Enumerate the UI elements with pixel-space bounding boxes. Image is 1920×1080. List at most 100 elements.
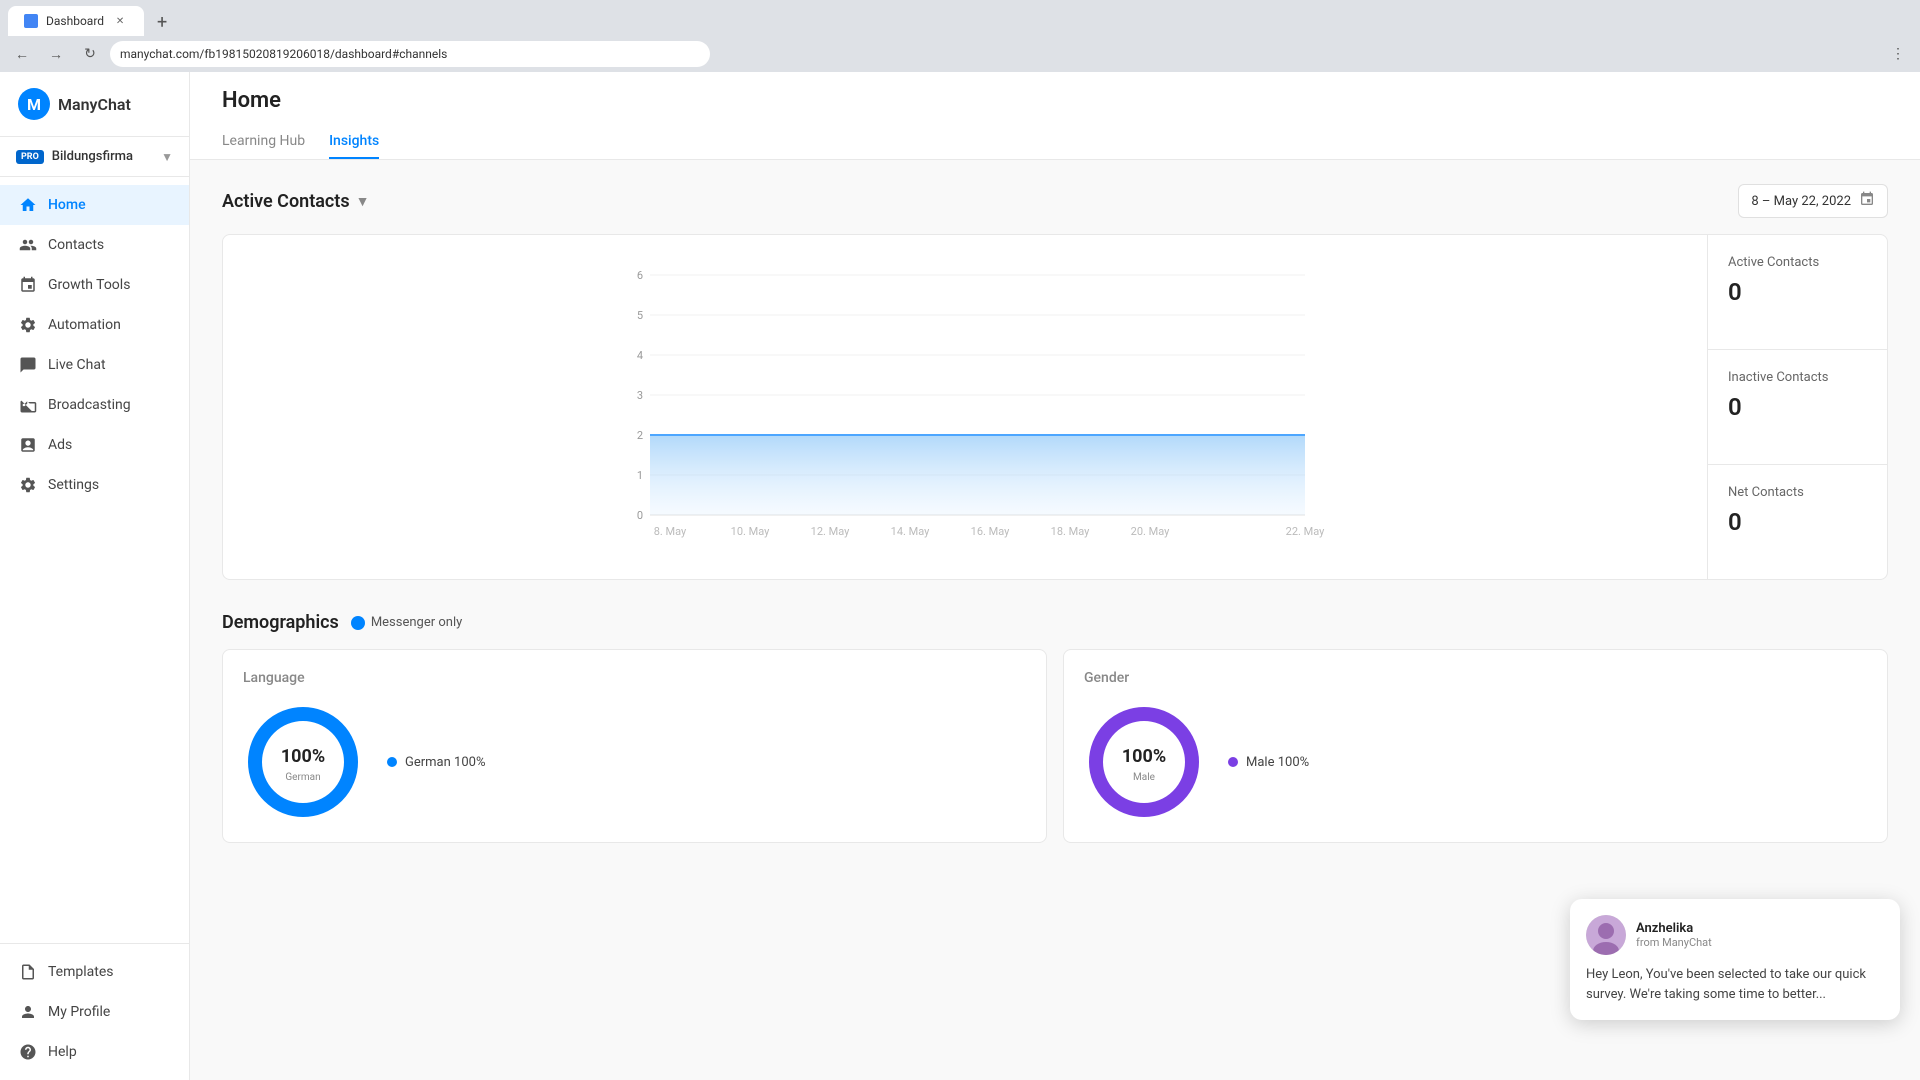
language-card-title: Language — [243, 670, 1026, 686]
ads-icon — [18, 435, 38, 455]
sidebar-item-automation[interactable]: Automation — [0, 305, 189, 345]
language-card-body: 100% German German 100% — [243, 702, 1026, 822]
sidebar-item-label-broadcasting: Broadcasting — [48, 397, 131, 413]
language-card: Language 100% German — [222, 649, 1047, 843]
workspace-chevron-icon: ▼ — [161, 150, 173, 164]
sidebar-item-live-chat[interactable]: Live Chat — [0, 345, 189, 385]
chat-from-info: Anzhelika from ManyChat — [1636, 921, 1712, 949]
sidebar-item-help[interactable]: Help — [0, 1032, 189, 1072]
templates-icon — [18, 962, 38, 982]
sidebar-item-home[interactable]: Home — [0, 185, 189, 225]
language-legend-label: German 100% — [405, 755, 485, 770]
chat-bubble-header: Anzhelika from ManyChat — [1586, 915, 1884, 955]
chat-from-sub: from ManyChat — [1636, 936, 1712, 949]
tabs-bar: Learning Hub Insights — [222, 125, 1888, 159]
gender-donut-sub: Male — [1133, 772, 1155, 783]
messenger-dot-icon — [351, 616, 365, 630]
back-btn[interactable]: ← — [8, 40, 36, 68]
sidebar-item-growth-tools[interactable]: Growth Tools — [0, 265, 189, 305]
active-contacts-stat-value: 0 — [1728, 278, 1867, 306]
logo-text: ManyChat — [58, 95, 131, 114]
gender-legend-item: Male 100% — [1228, 755, 1309, 770]
demographics-section: Demographics Messenger only Language — [222, 612, 1888, 843]
gender-card-body: 100% Male Male 100% — [1084, 702, 1867, 822]
sidebar-item-broadcasting[interactable]: Broadcasting — [0, 385, 189, 425]
sidebar-item-contacts[interactable]: Contacts — [0, 225, 189, 265]
sidebar-item-label-templates: Templates — [48, 964, 114, 980]
inactive-contacts-stat: Inactive Contacts 0 — [1708, 350, 1887, 465]
sidebar-item-label-home: Home — [48, 197, 86, 213]
forward-btn[interactable]: → — [42, 40, 70, 68]
svg-text:8. May: 8. May — [654, 525, 687, 538]
workspace-selector[interactable]: PRO Bildungsfirma ▼ — [0, 137, 189, 177]
language-legend-item: German 100% — [387, 755, 485, 770]
language-donut-label: 100% — [281, 746, 325, 767]
svg-text:22. May: 22. May — [1286, 525, 1325, 538]
gender-legend: Male 100% — [1228, 755, 1309, 770]
tab-label: Dashboard — [46, 14, 104, 28]
gender-card: Gender 100% Male — [1063, 649, 1888, 843]
address-bar-row: ← → ↻ manychat.com/fb19815020819206018/d… — [0, 36, 1920, 72]
language-legend-dot — [387, 757, 397, 767]
sidebar-item-ads[interactable]: Ads — [0, 425, 189, 465]
tab-favicon — [24, 14, 38, 28]
new-tab-button[interactable]: + — [148, 8, 176, 36]
growth-tools-icon — [18, 275, 38, 295]
main-content: Active Contacts ▼ 8 – May 22, 2022 — [190, 160, 1920, 891]
svg-text:20. May: 20. May — [1131, 525, 1170, 538]
svg-text:4: 4 — [637, 349, 643, 362]
contacts-icon — [18, 235, 38, 255]
url-text: manychat.com/fb19815020819206018/dashboa… — [120, 47, 447, 61]
workspace-badge: PRO — [16, 150, 44, 164]
svg-text:12. May: 12. May — [811, 525, 850, 538]
gender-legend-dot — [1228, 757, 1238, 767]
sidebar-item-label-ads: Ads — [48, 437, 72, 453]
tab-insights[interactable]: Insights — [329, 125, 379, 159]
sidebar-item-label-automation: Automation — [48, 317, 121, 333]
sidebar-item-templates[interactable]: Templates — [0, 952, 189, 992]
chat-from-name: Anzhelika — [1636, 921, 1712, 936]
language-legend: German 100% — [387, 755, 485, 770]
tab-learning-hub[interactable]: Learning Hub — [222, 125, 305, 159]
home-icon — [18, 195, 38, 215]
demographics-title: Demographics — [222, 612, 339, 633]
sidebar: M ManyChat PRO Bildungsfirma ▼ Home Cont… — [0, 72, 190, 1080]
workspace-name: Bildungsfirma — [52, 149, 153, 164]
date-range-text: 8 – May 22, 2022 — [1751, 194, 1851, 209]
inactive-contacts-stat-label: Inactive Contacts — [1728, 370, 1867, 385]
help-icon — [18, 1042, 38, 1062]
address-bar[interactable]: manychat.com/fb19815020819206018/dashboa… — [110, 41, 710, 67]
sidebar-item-label-contacts: Contacts — [48, 237, 104, 253]
active-contacts-title[interactable]: Active Contacts ▼ — [222, 191, 369, 212]
logo-icon: M — [18, 88, 50, 120]
sidebar-item-my-profile[interactable]: My Profile — [0, 992, 189, 1032]
chart-area: 6 5 4 3 2 1 0 — [223, 235, 1707, 579]
gender-donut: 100% Male — [1084, 702, 1204, 822]
gender-donut-label: 100% — [1122, 746, 1166, 767]
svg-text:10. May: 10. May — [731, 525, 770, 538]
sidebar-item-settings[interactable]: Settings — [0, 465, 189, 505]
svg-text:3: 3 — [637, 389, 643, 402]
active-contacts-chevron-icon: ▼ — [356, 193, 370, 210]
svg-text:6: 6 — [637, 269, 643, 282]
extensions-btn[interactable]: ⋮ — [1884, 40, 1912, 68]
svg-text:0: 0 — [637, 509, 643, 522]
nav-items: Home Contacts Growth Tools Automation — [0, 177, 189, 943]
my-profile-icon — [18, 1002, 38, 1022]
active-contacts-section-header: Active Contacts ▼ 8 – May 22, 2022 — [222, 184, 1888, 218]
svg-text:16. May: 16. May — [971, 525, 1010, 538]
date-range-button[interactable]: 8 – May 22, 2022 — [1738, 184, 1888, 218]
chat-bubble[interactable]: Anzhelika from ManyChat Hey Leon, You've… — [1570, 899, 1900, 1020]
sidebar-item-label-settings: Settings — [48, 477, 99, 493]
live-chat-icon — [18, 355, 38, 375]
reload-btn[interactable]: ↻ — [76, 40, 104, 68]
sidebar-logo: M ManyChat — [0, 72, 189, 137]
language-donut-sub: German — [285, 772, 320, 783]
inactive-contacts-stat-value: 0 — [1728, 393, 1867, 421]
language-donut: 100% German — [243, 702, 363, 822]
net-contacts-stat: Net Contacts 0 — [1708, 465, 1887, 579]
tab-close-btn[interactable]: ✕ — [112, 13, 128, 29]
browser-tab[interactable]: Dashboard ✕ — [8, 6, 144, 36]
svg-text:5: 5 — [637, 309, 643, 322]
messenger-badge-label: Messenger only — [371, 615, 462, 630]
